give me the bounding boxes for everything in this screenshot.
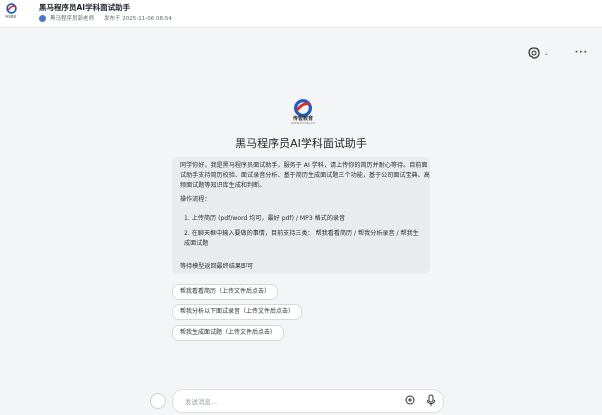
message-step-2: 2. 在聊天框中输入要做的事情，目前支持三类： 帮我看看简历 / 帮我分析录音 … <box>184 230 419 247</box>
chat-input[interactable] <box>183 394 387 410</box>
brand-site: www.itcast.cn <box>290 121 316 125</box>
logo-text: 传智教育 <box>5 14 17 19</box>
assistant-message: 同学你好，我是黑马程序员面试助手，服务于 AI 学科，请上传你的简历并耐心等待。… <box>172 157 430 274</box>
more-icon[interactable]: ··· <box>575 48 588 58</box>
microphone-icon[interactable] <box>426 394 436 407</box>
logo-mark-icon <box>5 3 17 14</box>
message-steps-title: 操作流程： <box>180 196 211 203</box>
ai-persona-button[interactable]: ⌄ <box>527 44 557 62</box>
quick-reply-recording[interactable]: 帮我分析以下面试录音（上传文件后点击） <box>172 304 303 320</box>
plus-circle-icon[interactable] <box>405 395 415 405</box>
chevron-down-icon: ⌄ <box>543 49 549 57</box>
quick-reply-questions[interactable]: 帮我生成面试题（上传文件后点击） <box>172 325 285 341</box>
author-avatar <box>39 14 46 22</box>
app-logo: 传智教育 <box>4 3 18 23</box>
header-bar: 传智教育 黑马程序员AI学科面试助手 黑马程序员郭老师 发布于 2025-11-… <box>0 0 602 28</box>
chat-input-bar <box>172 389 444 413</box>
new-chat-icon[interactable] <box>150 393 166 409</box>
publish-date: 发布于 2025-11-06 08:54 <box>104 16 172 22</box>
author-name[interactable]: 黑马程序员郭老师 <box>50 14 94 22</box>
quick-reply-resume[interactable]: 帮我看看简历（上传文件后点击） <box>172 284 279 300</box>
ai-persona-icon <box>528 47 540 59</box>
assistant-name: 黑马程序员AI学科面试助手 <box>235 137 367 150</box>
top-actions: ⌄ ··· <box>527 44 588 62</box>
message-intro: 同学你好，我是黑马程序员面试助手，服务于 AI 学科，请上传你的简历并耐心等待。… <box>180 162 430 189</box>
message-footer: 等待模型返回最终结果即可 <box>180 263 254 270</box>
page-title: 黑马程序员AI学科面试助手 <box>39 3 131 12</box>
message-step-1: 1. 上传简历 (pdf/word 均可，最好 pdf) / MP3 格式的录音 <box>184 215 346 222</box>
page-meta: 黑马程序员郭老师 发布于 2025-11-06 08:54 <box>39 14 172 22</box>
